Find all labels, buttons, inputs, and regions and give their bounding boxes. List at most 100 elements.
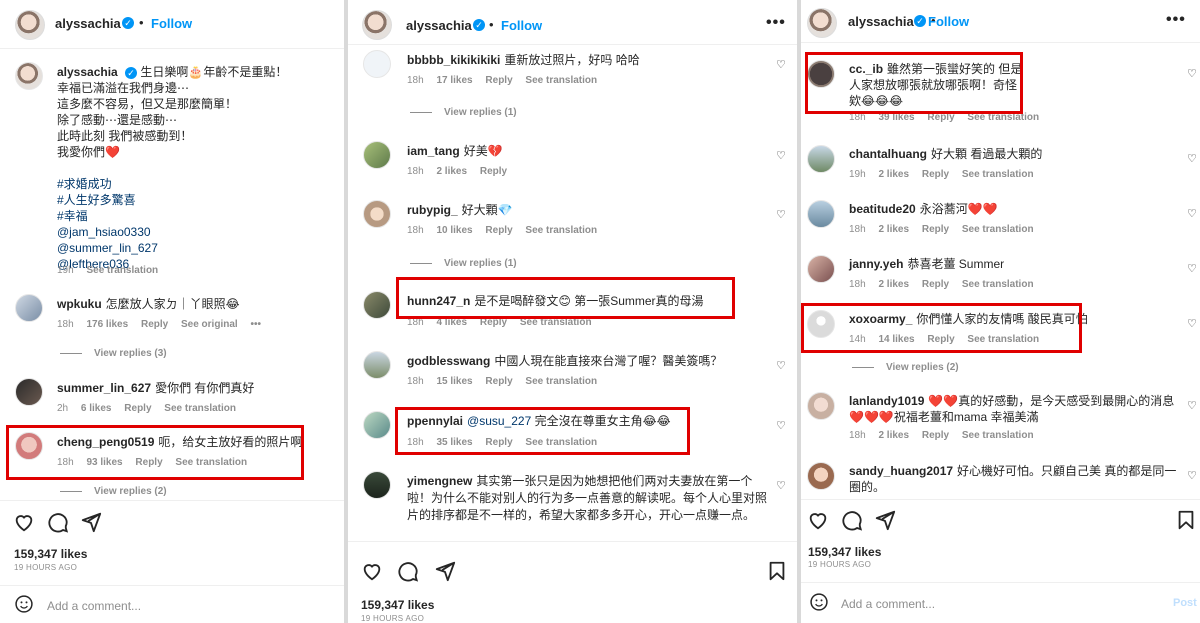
heart-icon[interactable]: ♡ bbox=[776, 58, 786, 71]
comment-icon[interactable] bbox=[397, 560, 419, 582]
hashtag-link[interactable]: #人生好多驚喜 bbox=[57, 193, 136, 207]
add-comment-input[interactable]: Add a comment... bbox=[841, 597, 935, 611]
avatar[interactable] bbox=[363, 50, 391, 78]
view-replies-button[interactable]: View replies (2) bbox=[60, 486, 167, 497]
view-replies-button[interactable]: View replies (3) bbox=[60, 348, 167, 359]
heart-icon[interactable] bbox=[13, 511, 35, 533]
comment-icon[interactable] bbox=[841, 509, 863, 531]
view-replies-button[interactable]: View replies (1) bbox=[410, 107, 517, 118]
heart-icon[interactable] bbox=[361, 560, 383, 582]
heart-icon[interactable]: ♡ bbox=[1187, 399, 1197, 412]
avatar[interactable] bbox=[15, 294, 43, 322]
reply-button[interactable]: Reply bbox=[124, 403, 151, 414]
share-icon[interactable] bbox=[874, 509, 896, 531]
mention-link[interactable]: @summer_lin_627 bbox=[57, 241, 158, 255]
avatar[interactable] bbox=[807, 200, 835, 228]
likes-count[interactable]: 2 likes bbox=[878, 224, 909, 235]
comment-username[interactable]: wpkuku bbox=[57, 297, 102, 311]
reply-button[interactable]: Reply bbox=[485, 75, 512, 86]
heart-icon[interactable]: ♡ bbox=[776, 419, 786, 432]
see-translation-link[interactable]: See translation bbox=[525, 75, 597, 86]
likes-count[interactable]: 2 likes bbox=[878, 430, 909, 441]
emoji-icon[interactable] bbox=[809, 592, 829, 612]
post-button[interactable]: Post bbox=[1173, 597, 1197, 609]
comment-username[interactable]: yimengnew bbox=[407, 474, 472, 488]
heart-icon[interactable]: ♡ bbox=[776, 359, 786, 372]
comment-username[interactable]: lanlandy1019 bbox=[849, 394, 924, 408]
share-icon[interactable] bbox=[80, 511, 102, 533]
bookmark-icon[interactable] bbox=[1175, 509, 1197, 531]
comment-username[interactable]: chantalhuang bbox=[849, 147, 927, 161]
hashtag-link[interactable]: #求婚成功 bbox=[57, 177, 112, 191]
more-options-button[interactable]: ••• bbox=[1166, 11, 1186, 29]
header-username[interactable]: alyssachia bbox=[55, 16, 121, 31]
avatar[interactable] bbox=[363, 411, 391, 439]
avatar[interactable] bbox=[807, 392, 835, 420]
likes-count[interactable]: 15 likes bbox=[436, 376, 472, 387]
comment-username[interactable]: janny.yeh bbox=[849, 257, 903, 271]
avatar[interactable] bbox=[807, 255, 835, 283]
heart-icon[interactable]: ♡ bbox=[776, 208, 786, 221]
comment-username[interactable]: sandy_huang2017 bbox=[849, 464, 953, 478]
see-translation-link[interactable]: See translation bbox=[86, 265, 158, 276]
heart-icon[interactable] bbox=[807, 509, 829, 531]
see-translation-link[interactable]: See translation bbox=[525, 376, 597, 387]
likes-count[interactable]: 2 likes bbox=[878, 279, 909, 290]
see-translation-link[interactable]: See translation bbox=[962, 430, 1034, 441]
mention-link[interactable]: @jam_hsiao0330 bbox=[57, 225, 151, 239]
avatar[interactable] bbox=[363, 471, 391, 499]
heart-icon[interactable]: ♡ bbox=[776, 479, 786, 492]
likes-total[interactable]: 159,347 likes bbox=[361, 598, 434, 612]
see-translation-link[interactable]: See translation bbox=[962, 224, 1034, 235]
reply-button[interactable]: Reply bbox=[922, 169, 949, 180]
reply-button[interactable]: Reply bbox=[922, 224, 949, 235]
heart-icon[interactable]: ♡ bbox=[1187, 262, 1197, 275]
follow-button[interactable]: Follow bbox=[501, 18, 542, 33]
avatar[interactable] bbox=[15, 62, 43, 90]
heart-icon[interactable]: ♡ bbox=[776, 149, 786, 162]
reply-button[interactable]: Reply bbox=[485, 225, 512, 236]
header-username[interactable]: alyssachia bbox=[406, 18, 472, 33]
emoji-icon[interactable] bbox=[14, 594, 34, 614]
see-translation-link[interactable]: See translation bbox=[525, 225, 597, 236]
avatar[interactable] bbox=[807, 462, 835, 490]
add-comment-input[interactable]: Add a comment... bbox=[47, 599, 141, 613]
likes-count[interactable]: 2 likes bbox=[878, 169, 909, 180]
likes-count[interactable]: 6 likes bbox=[81, 403, 112, 414]
reply-button[interactable]: Reply bbox=[922, 279, 949, 290]
reply-button[interactable]: Reply bbox=[480, 166, 507, 177]
see-translation-link[interactable]: See translation bbox=[962, 279, 1034, 290]
likes-count[interactable]: 10 likes bbox=[436, 225, 472, 236]
hashtag-link[interactable]: #幸福 bbox=[57, 209, 88, 223]
comment-username[interactable]: beatitude20 bbox=[849, 202, 916, 216]
heart-icon[interactable]: ♡ bbox=[1187, 469, 1197, 482]
likes-count[interactable]: 176 likes bbox=[86, 319, 128, 330]
likes-count[interactable]: 17 likes bbox=[436, 75, 472, 86]
see-translation-link[interactable]: See translation bbox=[962, 169, 1034, 180]
heart-icon[interactable]: ♡ bbox=[1187, 317, 1197, 330]
comment-username[interactable]: godblesswang bbox=[407, 354, 490, 368]
see-original-link[interactable]: See original bbox=[181, 319, 238, 330]
more-options-button[interactable]: ••• bbox=[250, 319, 261, 330]
reply-button[interactable]: Reply bbox=[141, 319, 168, 330]
avatar[interactable] bbox=[807, 8, 837, 38]
likes-count[interactable]: 2 likes bbox=[436, 166, 467, 177]
avatar[interactable] bbox=[15, 378, 43, 406]
avatar[interactable] bbox=[363, 351, 391, 379]
comment-username[interactable]: summer_lin_627 bbox=[57, 381, 151, 395]
avatar[interactable] bbox=[362, 10, 392, 40]
follow-button[interactable]: Follow bbox=[151, 16, 192, 31]
see-translation-link[interactable]: See translation bbox=[164, 403, 236, 414]
bookmark-icon[interactable] bbox=[766, 560, 788, 582]
heart-icon[interactable]: ♡ bbox=[1187, 152, 1197, 165]
heart-icon[interactable]: ♡ bbox=[1187, 67, 1197, 80]
reply-button[interactable]: Reply bbox=[485, 376, 512, 387]
comment-username[interactable]: bbbbb_kikikikiki bbox=[407, 53, 500, 67]
follow-button[interactable]: Follow bbox=[928, 14, 969, 29]
avatar[interactable] bbox=[15, 10, 45, 40]
share-icon[interactable] bbox=[434, 560, 456, 582]
comment-username[interactable]: rubypig_ bbox=[407, 203, 458, 217]
caption-username[interactable]: alyssachia bbox=[57, 65, 118, 79]
avatar[interactable] bbox=[363, 141, 391, 169]
comment-username[interactable]: iam_tang bbox=[407, 144, 460, 158]
